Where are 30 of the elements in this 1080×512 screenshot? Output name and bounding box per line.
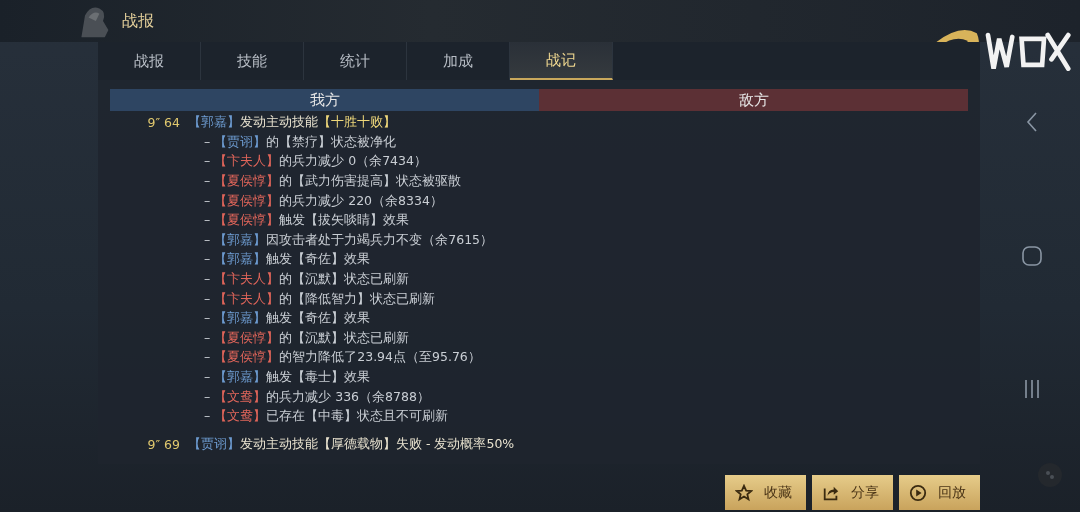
back-icon[interactable] (1024, 110, 1040, 134)
home-icon[interactable] (1021, 244, 1043, 268)
log-line: – 【卞夫人】的兵力减少 0（余7434） (204, 153, 427, 171)
log-line: – 【郭嘉】触发【毒士】效果 (204, 369, 371, 386)
log-time: 9″ 64 (146, 115, 180, 131)
log-line: – 【卞夫人】的【沉默】状态已刷新 (204, 271, 410, 289)
log-line: – 【夏侯惇】的智力降低了23.94点（至95.76） (204, 349, 481, 367)
column-header: 我方 (110, 89, 539, 111)
log-line: 【贾诩】发动主动技能【厚德载物】失败 - 发动概率50% (188, 435, 515, 453)
action-button[interactable]: 分享 (812, 475, 893, 510)
log-line: – 【贾诩】的【禁疗】状态被净化 (204, 133, 397, 151)
action-button[interactable]: 回放 (899, 475, 980, 510)
log-line: – 【文鸯】的兵力减少 336（余8788） (204, 388, 430, 406)
tab[interactable]: 战记 (510, 42, 613, 80)
log-line: – 【夏侯惇】触发【拔矢啖睛】效果 (204, 212, 410, 230)
log-line: – 【卞夫人】的【降低智力】状态已刷新 (204, 290, 436, 308)
page-title: 战报 (122, 10, 154, 32)
log-line: – 【郭嘉】触发【奇佐】效果 (204, 251, 371, 269)
log-time: 9″ 69 (146, 436, 180, 452)
column-header: 敌方 (539, 89, 968, 111)
star-icon (735, 483, 753, 502)
action-button[interactable]: 收藏 (725, 475, 806, 510)
log-line: – 【夏侯惇】的兵力减少 220（余8334） (204, 192, 443, 210)
log-line: – 【夏侯惇】的【武力伤害提高】状态被驱散 (204, 173, 462, 191)
play-icon (909, 483, 927, 502)
log-line: 【郭嘉】发动主动技能【十胜十败】 (188, 114, 396, 132)
log-line: – 【郭嘉】触发【奇佐】效果 (204, 310, 371, 328)
log-line: – 【文鸯】已存在【中毒】状态且不可刷新 (204, 408, 449, 426)
log-line: – 【郭嘉】因攻击者处于力竭兵力不变（余7615） (204, 231, 494, 249)
log-line: – 【夏侯惇】的【沉默】状态已刷新 (204, 329, 410, 347)
